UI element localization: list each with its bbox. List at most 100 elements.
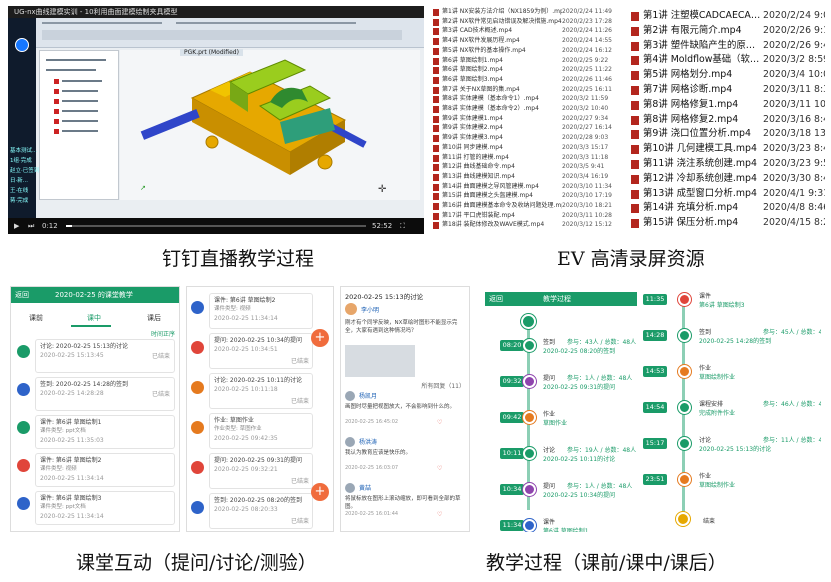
activity-card[interactable]: 签到: 2020-02-25 14:28的签到 2020-02-25 14:28:… (35, 377, 175, 411)
timeline-node-icon[interactable] (678, 437, 691, 450)
timeline-name[interactable]: 2020-02-25 14:28的签到 (699, 337, 771, 346)
time-current: 0:12 (42, 222, 58, 230)
activity-card[interactable]: 课件: 第6讲 草图绘制3 课件类型: ppt文档 2020-02-25 11:34… (35, 491, 175, 525)
file-row[interactable]: 第18讲 装配体修改及WAVE模式.mp4 2020/3/12 15:12 (430, 220, 620, 231)
next-icon[interactable]: ⏭ (28, 218, 34, 234)
video-file-icon (631, 86, 639, 95)
file-row[interactable]: 第12讲 冷却系统创建.mp4 2020/3/30 8:42 (630, 172, 825, 187)
file-date: 2020/3/30 8:42 (763, 172, 825, 184)
timeline-name[interactable]: 完成附件作业 (699, 409, 735, 418)
activity-card[interactable]: 提问: 2020-02-25 09:31的提问 2020-02-25 09:32:… (209, 453, 313, 489)
add-activity-button[interactable]: + (311, 483, 329, 501)
activity-card[interactable]: 课件: 第6讲 草图绘制2 课件类型: 视频 2020-02-25 11:34:14 (35, 453, 175, 487)
fullscreen-icon[interactable]: ⛶ (400, 218, 405, 234)
file-row[interactable]: 第7讲 网格诊断.mp4 2020/3/11 8:39 (630, 83, 825, 98)
sort-toggle[interactable]: 时间正序 (151, 329, 175, 338)
activity-card[interactable]: 提问: 2020-02-25 10:34的提问 2020-02-25 10:34:… (209, 333, 313, 369)
video-file-icon (631, 204, 639, 214)
activity-icon (191, 461, 204, 474)
file-row[interactable]: 第13讲 成型窗口分析.mp4 2020/4/1 9:31 (630, 187, 825, 202)
file-row[interactable]: 第14讲 充填分析.mp4 2020/4/8 8:46 (630, 201, 825, 216)
timeline-node-icon[interactable] (523, 483, 536, 496)
timeline-node-icon[interactable] (678, 401, 691, 414)
chat-line: 赵立·已签到 (10, 168, 40, 174)
timeline-name[interactable]: 2020-02-25 10:11的讨论 (543, 455, 615, 464)
like-icon[interactable]: ♡ (437, 511, 442, 518)
file-date: 2020/3/4 10:02 (763, 69, 825, 81)
progress-bar[interactable] (66, 225, 366, 227)
file-row[interactable]: 第10讲 几何建模工具.mp4 2020/3/23 8:45 (630, 142, 825, 157)
timeline-type: 提问 (543, 375, 556, 382)
avatar[interactable] (15, 38, 29, 52)
file-row[interactable]: 第8讲 网格修复2.mp4 2020/3/16 8:48 (630, 113, 825, 128)
timeline-type: 作业 (699, 365, 712, 372)
activity-card[interactable]: 课件: 第6讲 草图绘制1 课件类型: ppt文档 2020-02-25 11:35… (35, 415, 175, 449)
timeline-node-icon[interactable] (678, 473, 691, 486)
tab-after[interactable]: 课后 (147, 313, 161, 323)
like-icon[interactable]: ♡ (437, 419, 442, 426)
video-file-icon (433, 96, 439, 104)
video-file-icon (433, 125, 439, 133)
file-date: 2020/2/26 9:17 (763, 24, 825, 36)
timeline-name[interactable]: 第6讲 草图绘制1 (543, 527, 589, 532)
video-file-icon (433, 115, 439, 123)
timeline-name[interactable]: 草图作业 (543, 419, 567, 428)
add-button[interactable]: + (311, 329, 329, 347)
timeline-time: 10:34 (500, 484, 524, 495)
timeline-node-icon[interactable] (523, 519, 536, 532)
file-name: 第10讲 几何建模工具.mp4 (643, 143, 757, 155)
timeline-name[interactable]: 2020-02-25 09:31的提问 (543, 383, 615, 392)
file-row[interactable]: 第2讲 有限元简介.mp4 2020/2/26 9:17 (630, 24, 825, 39)
file-row[interactable]: 第5讲 网格划分.mp4 2020/3/4 10:02 (630, 68, 825, 83)
timeline-node-icon[interactable] (678, 329, 691, 342)
timeline-name[interactable]: 第6讲 草图绘制3 (699, 301, 745, 310)
activity-time: 2020-02-25 10:11:18 (214, 386, 278, 393)
like-icon[interactable]: ♡ (437, 465, 442, 472)
vise-model: ↗ ✛ (140, 59, 387, 195)
tab-during[interactable]: 课中 (87, 313, 101, 323)
timeline-name[interactable]: 草图绘制作业 (699, 373, 735, 382)
video-file-icon (433, 212, 439, 220)
activity-icon (191, 341, 204, 354)
timeline-node-icon[interactable] (678, 365, 691, 378)
activity-card[interactable]: 讨论: 2020-02-25 10:11的讨论 2020-02-25 10:11:… (209, 373, 313, 409)
file-row[interactable]: 第3讲 塑件缺陷产生的原… 2020/2/26 9:44 (630, 39, 825, 54)
tab-before[interactable]: 课前 (29, 313, 43, 323)
file-row[interactable]: 第9讲 浇口位置分析.mp4 2020/3/18 13:33 (630, 127, 825, 142)
back-button[interactable]: 返回 (489, 295, 503, 303)
file-row[interactable]: 第11讲 浇注系统创建.mp4 2020/3/23 9:51 (630, 157, 825, 172)
nx-ribbon-toolbar[interactable] (36, 18, 424, 48)
file-name: 第12讲 冷却系统创建.mp4 (643, 172, 757, 184)
file-name: 第13讲 成型窗口分析.mp4 (643, 187, 757, 199)
viewport-tab[interactable]: PGK.prt (Modified) (180, 49, 243, 56)
timeline-type: 讨论 (699, 437, 712, 444)
video-file-icon (433, 9, 439, 16)
timeline-node-icon[interactable] (523, 447, 536, 460)
timeline-name[interactable]: 2020-02-25 10:34的提问 (543, 491, 615, 500)
timeline-node-icon[interactable] (678, 293, 691, 306)
timeline-name[interactable]: 2020-02-25 08:20的签到 (543, 347, 615, 356)
play-icon[interactable]: ▶ (14, 218, 19, 234)
timeline-name[interactable]: 2020-02-25 15:13的讨论 (699, 445, 771, 454)
file-row[interactable]: 第8讲 网格修复1.mp4 2020/3/11 10:36 (630, 98, 825, 113)
back-button[interactable]: 返回 (15, 291, 29, 299)
activity-card[interactable]: 作业: 草图作业 作业类型: 草图作业 2020-02-25 09:42:35 (209, 413, 313, 449)
file-row[interactable]: 第4讲 Moldflow基础（软… 2020/3/2 8:59 (630, 53, 825, 68)
activity-card[interactable]: 课件: 第6讲 草图绘制2 课件类型: 视频 2020-02-25 11:34:14 (209, 293, 313, 329)
timeline-name[interactable]: 草图绘制作业 (699, 481, 735, 490)
3d-viewport[interactable]: PGK.prt (Modified) ↗ ✛ (120, 49, 420, 200)
file-name: 第18讲 装配体修改及WAVE模式.mp4 (442, 221, 545, 229)
activity-title: 签到: 2020-02-25 14:28的签到 (40, 381, 128, 388)
activity-card[interactable]: 签到: 2020-02-25 08:20的签到 2020-02-25 08:20:… (209, 493, 313, 529)
avatar (345, 391, 355, 401)
timeline-node-icon[interactable] (523, 339, 536, 352)
file-row[interactable]: 第15讲 保压分析.mp4 2020/4/15 8:24 (630, 216, 825, 231)
file-name: 第8讲 网格修复1.mp4 (643, 98, 739, 110)
reply-author: 黄喆 (359, 485, 372, 492)
activity-card[interactable]: 讨论: 2020-02-25 15:13的讨论 2020-02-25 15:13:… (35, 339, 175, 373)
file-row[interactable]: 第1讲 注塑模CADCAECA…2020/2/24 9:07 (630, 9, 825, 24)
timeline-node-icon[interactable] (523, 375, 536, 388)
timeline-node-icon[interactable] (523, 411, 536, 424)
timeline-type: 讨论 (543, 447, 556, 454)
post-image[interactable] (345, 345, 415, 377)
